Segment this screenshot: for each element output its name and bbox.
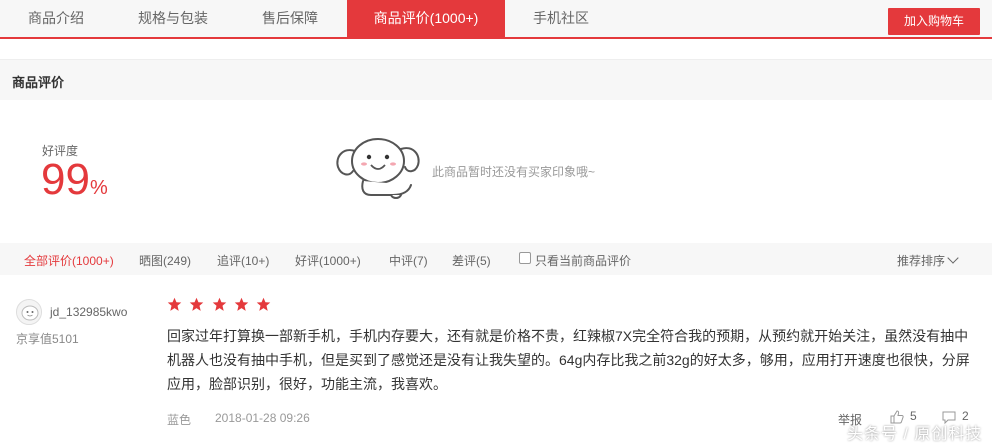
product-tab-bar: 商品介绍 规格与包装 售后保障 商品评价(1000+) 手机社区 加入购物车 bbox=[0, 0, 992, 39]
only-current-product-checkbox[interactable] bbox=[519, 252, 531, 264]
rating-percentage: 99% bbox=[41, 158, 108, 210]
tab-reviews[interactable]: 商品评价(1000+) bbox=[347, 0, 505, 37]
only-current-product-label: 只看当前商品评价 bbox=[535, 254, 632, 268]
user-level: 京享值5101 bbox=[16, 332, 79, 346]
star-icon bbox=[167, 297, 182, 311]
tab-after-sales[interactable]: 售后保障 bbox=[234, 0, 346, 37]
tab-product-intro[interactable]: 商品介绍 bbox=[0, 0, 112, 37]
review-date: 2018-01-28 09:26 bbox=[215, 411, 310, 425]
chevron-down-icon bbox=[947, 252, 959, 264]
add-to-cart-button[interactable]: 加入购物车 bbox=[888, 8, 980, 35]
review-filter-bar: 全部评价(1000+) 晒图(249) 追评(10+) 好评(1000+) 中评… bbox=[0, 243, 992, 275]
no-impression-text: 此商品暂时还没有买家印象哦~ bbox=[432, 165, 596, 179]
section-header: 商品评价 bbox=[0, 59, 992, 100]
joy-dog-mascot-icon bbox=[336, 138, 420, 199]
review-text: 回家过年打算换一部新手机，手机内存要大，还有就是价格不贵，红辣椒7X完全符合我的… bbox=[167, 328, 970, 392]
review-username[interactable]: jd_132985kwo bbox=[50, 305, 127, 319]
watermark: 头条号 / 原创科技 bbox=[847, 426, 983, 443]
filter-neutral[interactable]: 中评(7) bbox=[389, 252, 428, 269]
filter-positive[interactable]: 好评(1000+) bbox=[295, 252, 361, 269]
rating-value: 99 bbox=[41, 155, 90, 204]
default-avatar-icon bbox=[17, 300, 41, 324]
filter-with-photos[interactable]: 晒图(249) bbox=[139, 252, 191, 269]
sort-dropdown[interactable]: 推荐排序 bbox=[897, 252, 959, 269]
star-icon bbox=[257, 297, 271, 311]
filter-all-reviews[interactable]: 全部评价(1000+) bbox=[24, 252, 114, 269]
star-icon bbox=[190, 297, 204, 311]
star-icon bbox=[212, 297, 226, 311]
rating-unit: % bbox=[89, 177, 108, 199]
sort-label: 推荐排序 bbox=[897, 254, 946, 268]
tab-specs-packaging[interactable]: 规格与包装 bbox=[112, 0, 234, 37]
tab-phone-community[interactable]: 手机社区 bbox=[505, 0, 617, 37]
filter-follow-up[interactable]: 追评(10+) bbox=[217, 252, 269, 269]
star-icon bbox=[234, 297, 249, 311]
section-title: 商品评价 bbox=[12, 75, 65, 90]
avatar[interactable] bbox=[16, 299, 42, 325]
filter-negative[interactable]: 差评(5) bbox=[452, 252, 491, 269]
star-rating bbox=[167, 297, 275, 315]
product-spec: 蓝色 bbox=[167, 413, 192, 427]
